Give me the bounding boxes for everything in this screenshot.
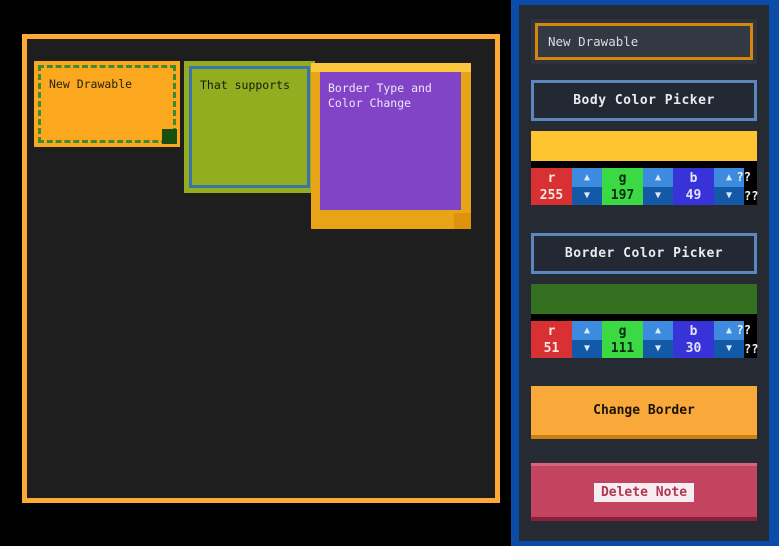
note-card-that-supports[interactable]: That supports [184,61,315,193]
note-text: New Drawable [49,77,133,91]
body-color-swatch[interactable] [531,131,757,161]
body-color-picker-button[interactable]: Body Color Picker [531,80,757,121]
body-unknown-top: ?? [736,170,751,184]
border-unknown-bottom: ?? [744,342,759,356]
border-channel-g[interactable]: g 111 [602,321,643,358]
channel-label: g [618,170,627,186]
app-root: New Drawable That supports Border Type a… [0,0,779,546]
note-body[interactable]: Border Type and Color Change [320,72,461,210]
channel-value: 49 [685,187,702,203]
sidebar: Body Color Picker r 255 ▲ ▼ g 197 [511,0,779,546]
body-unknown-cell: ?? ?? [737,168,759,205]
body-unknown-bottom: ?? [744,189,759,203]
chevron-down-icon[interactable]: ▼ [643,339,673,358]
body-color-widget[interactable]: r 255 ▲ ▼ g 197 ▲ ▼ b 49 ▲ ▼ ?? ?? [531,131,759,205]
canvas-surface[interactable]: New Drawable That supports Border Type a… [27,39,495,498]
chevron-down-icon[interactable]: ▼ [572,186,602,205]
chevron-down-icon[interactable]: ▼ [572,339,602,358]
swatch-divider [531,161,757,168]
chevron-down-icon[interactable]: ▼ [714,339,744,358]
border-unknown-cell: ?? ?? [737,321,759,358]
channel-label: r [547,323,556,339]
channel-value: 111 [610,340,635,356]
body-channel-g[interactable]: g 197 [602,168,643,205]
drawing-board[interactable]: New Drawable That supports Border Type a… [22,34,500,503]
change-border-button[interactable]: Change Border [531,386,757,439]
body-spinner-r[interactable]: ▲ ▼ [572,168,602,205]
border-spinner-g[interactable]: ▲ ▼ [643,321,673,358]
chevron-down-icon[interactable]: ▼ [643,186,673,205]
channel-value: 255 [539,187,564,203]
note-text: That supports [200,78,291,92]
chevron-down-icon[interactable]: ▼ [714,186,744,205]
title-field-wrapper [531,19,757,64]
note-title-input[interactable] [535,23,753,60]
border-channel-b[interactable]: b 30 [673,321,714,358]
chevron-up-icon[interactable]: ▲ [643,168,673,187]
resize-handle-icon[interactable] [162,129,177,144]
delete-note-button[interactable]: Delete Note [531,463,757,521]
sidebar-panel: Body Color Picker r 255 ▲ ▼ g 197 [519,5,769,541]
body-channel-r[interactable]: r 255 [531,168,572,205]
border-spinner-r[interactable]: ▲ ▼ [572,321,602,358]
channel-value: 30 [685,340,702,356]
chevron-up-icon[interactable]: ▲ [643,321,673,340]
note-text: Border Type and Color Change [328,81,432,110]
chevron-up-icon[interactable]: ▲ [572,168,602,187]
channel-value: 197 [610,187,635,203]
body-rgb-row[interactable]: r 255 ▲ ▼ g 197 ▲ ▼ b 49 ▲ ▼ ?? ?? [531,168,759,205]
resize-handle-icon[interactable] [454,213,471,229]
border-rgb-row[interactable]: r 51 ▲ ▼ g 111 ▲ ▼ b 30 ▲ ▼ ?? ?? [531,321,759,358]
body-channel-b[interactable]: b 49 [673,168,714,205]
channel-value: 51 [543,340,560,356]
note-body[interactable]: That supports [189,66,310,188]
swatch-divider [531,314,757,321]
border-unknown-top: ?? [736,323,751,337]
note-card-new-drawable[interactable]: New Drawable [34,61,180,147]
border-channel-r[interactable]: r 51 [531,321,572,358]
channel-label: r [547,170,556,186]
chevron-up-icon[interactable]: ▲ [572,321,602,340]
body-spinner-g[interactable]: ▲ ▼ [643,168,673,205]
channel-label: b [689,323,698,339]
border-color-picker-button[interactable]: Border Color Picker [531,233,757,274]
border-color-swatch[interactable] [531,284,757,314]
channel-label: b [689,170,698,186]
note-top-band [311,63,471,72]
delete-note-label: Delete Note [593,483,695,502]
note-body[interactable]: New Drawable [38,65,176,143]
channel-label: g [618,323,627,339]
canvas-pane: New Drawable That supports Border Type a… [0,0,511,546]
note-card-border-type-and-color-change[interactable]: Border Type and Color Change [311,63,471,229]
border-color-widget[interactable]: r 51 ▲ ▼ g 111 ▲ ▼ b 30 ▲ ▼ ?? ?? [531,284,759,358]
